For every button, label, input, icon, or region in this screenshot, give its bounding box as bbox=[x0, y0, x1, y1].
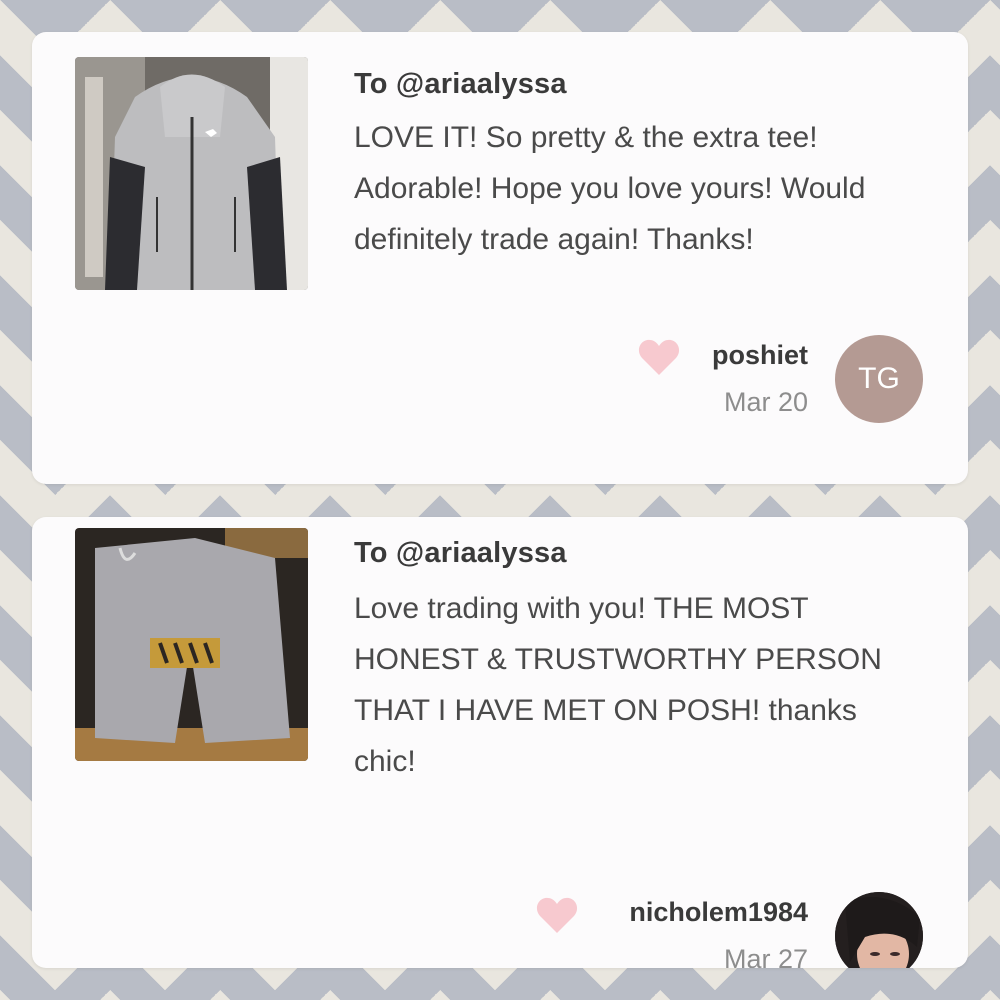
review-recipient[interactable]: To @ariaalyssa bbox=[354, 537, 567, 570]
review-comment: LOVE IT! So pretty & the extra tee! Ador… bbox=[354, 121, 866, 256]
sweatpants-photo[interactable] bbox=[75, 528, 308, 761]
review-date: Mar 27 bbox=[723, 944, 808, 968]
review-card: To @ariaalyssa LOVE IT! So pretty & the … bbox=[32, 32, 968, 484]
reviewer-username[interactable]: nicholem1984 bbox=[629, 897, 808, 928]
profile-photo-icon bbox=[835, 892, 923, 968]
heart-icon[interactable] bbox=[535, 895, 579, 935]
review-comment: Love trading with you! THE MOST HONEST &… bbox=[354, 592, 882, 778]
avatar-initials: TG bbox=[858, 362, 900, 395]
avatar[interactable]: TG bbox=[835, 335, 923, 423]
review-card: To @ariaalyssa Love trading with you! TH… bbox=[32, 517, 968, 968]
avatar[interactable] bbox=[835, 892, 923, 968]
hoodie-photo[interactable] bbox=[75, 57, 308, 290]
review-recipient[interactable]: To @ariaalyssa bbox=[354, 68, 567, 101]
reviewer-username[interactable]: poshiet bbox=[712, 340, 808, 371]
heart-icon[interactable] bbox=[637, 337, 681, 377]
review-date: Mar 20 bbox=[723, 387, 808, 417]
